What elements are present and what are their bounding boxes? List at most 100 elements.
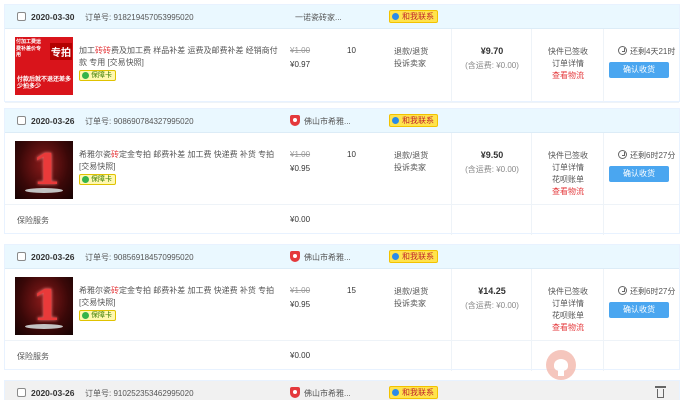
title-highlight: 砖砖 [95,46,111,55]
after-sale-links: 退款/退货 投诉卖家 [394,286,428,310]
order-select-checkbox[interactable] [17,116,26,125]
unit-price: ¥0.95 [290,164,311,173]
total-column: ¥14.25 (含运费: ¥0.00) [451,269,531,371]
thumbnail-text: 付加工费运费补差价专用 [16,39,42,58]
thumbnail-text: 1 [32,281,62,330]
order-date: 2020-03-30 [31,12,75,22]
confirm-receipt-button[interactable]: 确认收货 [609,166,669,182]
order-total: ¥9.50 [480,150,504,160]
guarantee-badge[interactable]: 保障卡 [79,174,116,185]
order-total: ¥9.70 [480,46,504,56]
delivery-status: 快件已签收 [548,151,588,160]
order-date: 2020-03-26 [31,116,75,126]
order-card: 2020-03-26 订单号: 910252353462995020 佛山市希雅… [4,380,680,400]
order-card: 2020-03-26 订单号: 908569184570995020 佛山市希雅… [4,244,680,371]
complain-link[interactable]: 投诉卖家 [394,162,428,174]
clock-icon [618,46,627,55]
complain-link[interactable]: 投诉卖家 [394,58,428,70]
confirm-receipt-button[interactable]: 确认收货 [609,62,669,78]
order-header: 2020-03-26 订单号: 910252353462995020 佛山市希雅… [5,381,679,400]
complain-link[interactable]: 投诉卖家 [394,298,428,310]
shipping-note: (含运费: ¥0.00) [465,61,519,70]
contact-seller-button[interactable]: 和我联系 [389,114,438,127]
refund-link[interactable]: 退款/退货 [394,286,428,298]
delivery-status: 快件已签收 [548,287,588,296]
clock-icon [618,286,627,295]
guarantee-badge[interactable]: 保障卡 [79,310,116,321]
view-logistics-link[interactable]: 查看物流 [532,186,604,198]
service-label: 保险服务 [17,352,49,361]
service-label: 保险服务 [17,216,49,225]
guarantee-badge[interactable]: 保障卡 [79,70,116,81]
order-detail-link[interactable]: 订单详情 [532,162,604,174]
shipping-note: (含运费: ¥0.00) [465,165,519,174]
shop-badge-icon [290,387,300,398]
shop-name-link[interactable]: 一诺瓷砖家... [295,12,342,23]
status-column: 快件已签收 订单详情 查看物流 [531,29,603,103]
order-select-checkbox[interactable] [17,388,26,397]
order-select-checkbox[interactable] [17,12,26,21]
original-price: ¥1.00 [290,150,311,159]
order-number: 订单号: 910252353462995020 [85,389,194,398]
confirm-receipt-button[interactable]: 确认收货 [609,302,669,318]
shipping-note: (含运费: ¥0.00) [465,301,519,310]
title-text: 加工 [79,46,95,55]
title-text: 希雅尔瓷 [79,150,111,159]
product-thumbnail[interactable]: 1 [15,141,73,199]
remaining-text: 还剩6时27分 [630,287,676,296]
order-detail-link[interactable]: 订单详情 [532,58,604,70]
shop-name-link[interactable]: 佛山市希雅... [304,388,351,399]
insurance-service-row: 保险服务 ¥0.00 [5,205,451,233]
quantity: 15 [347,286,356,295]
remaining-text: 还剩4天21时 [630,47,676,56]
title-text: 希雅尔瓷 [79,286,111,295]
status-column: 快件已签收 订单详情 花呗账单 查看物流 [531,133,603,235]
product-title-link[interactable]: 希雅尔瓷砖定金专拍 邮费补差 加工费 快递费 补货 专拍 [交易快照] 保障卡 [79,285,279,321]
order-card: 2020-03-26 订单号: 908690784327995020 佛山市希雅… [4,108,680,235]
order-detail-link[interactable]: 订单详情 [532,298,604,310]
view-logistics-link[interactable]: 查看物流 [532,322,604,334]
refund-link[interactable]: 退款/退货 [394,46,428,58]
product-thumbnail[interactable]: 付加工费运费补差价专用 专拍 付款后就不退还差多少拍多少 [15,37,73,95]
thumbnail-text: 付款后就不退还差多少拍多少 [17,77,72,90]
order-header: 2020-03-26 订单号: 908569184570995020 佛山市希雅… [5,245,679,269]
unit-price: ¥0.95 [290,300,311,309]
contact-seller-button[interactable]: 和我联系 [389,386,438,399]
order-date: 2020-03-26 [31,388,75,398]
view-logistics-link[interactable]: 查看物流 [532,70,604,82]
order-card: 2020-03-30 订单号: 918219457053995020 一诺瓷砖家… [4,4,680,103]
refund-link[interactable]: 退款/退货 [394,150,428,162]
clock-icon [618,150,627,159]
thumbnail-text: 1 [32,145,62,194]
delivery-status: 快件已签收 [548,47,588,56]
order-number: 订单号: 908690784327995020 [85,117,194,126]
order-select-checkbox[interactable] [17,252,26,261]
contact-seller-button[interactable]: 和我联系 [389,250,438,263]
after-sale-links: 退款/退货 投诉卖家 [394,150,428,174]
huabei-bill-link[interactable]: 花呗账单 [532,174,604,186]
order-header: 2020-03-26 订单号: 908690784327995020 佛山市希雅… [5,109,679,133]
contact-seller-button[interactable]: 和我联系 [389,10,438,23]
shop-name-link[interactable]: 佛山市希雅... [304,116,351,127]
original-price: ¥1.00 [290,46,311,55]
github-corner-icon[interactable] [546,350,576,380]
product-thumbnail[interactable]: 1 [15,277,73,335]
thumbnail-base [25,188,63,193]
quantity: 10 [347,150,356,159]
huabei-bill-link[interactable]: 花呗账单 [532,310,604,322]
original-price: ¥1.00 [290,286,311,295]
total-column: ¥9.50 (含运费: ¥0.00) [451,133,531,235]
shop-badge-icon [290,251,300,262]
after-sale-links: 退款/退货 投诉卖家 [394,46,428,70]
title-highlight: 砖 [111,286,119,295]
trash-icon[interactable] [655,386,666,398]
product-title-link[interactable]: 希雅尔瓷砖定金专拍 邮费补差 加工费 快递费 补货 专拍 [交易快照] 保障卡 [79,149,279,185]
shop-name-link[interactable]: 佛山市希雅... [304,252,351,263]
order-date: 2020-03-26 [31,252,75,262]
order-number: 订单号: 908569184570995020 [85,253,194,262]
time-remaining: 还剩6时27分 [618,150,675,161]
quantity: 10 [347,46,356,55]
product-title-link[interactable]: 加工砖砖费及加工费 样品补差 运费及邮费补差 经销商付款 专用 [交易快照] 保… [79,45,279,81]
title-highlight: 砖 [111,150,119,159]
operations-column: 还剩6时27分 确认收货 [603,269,680,371]
